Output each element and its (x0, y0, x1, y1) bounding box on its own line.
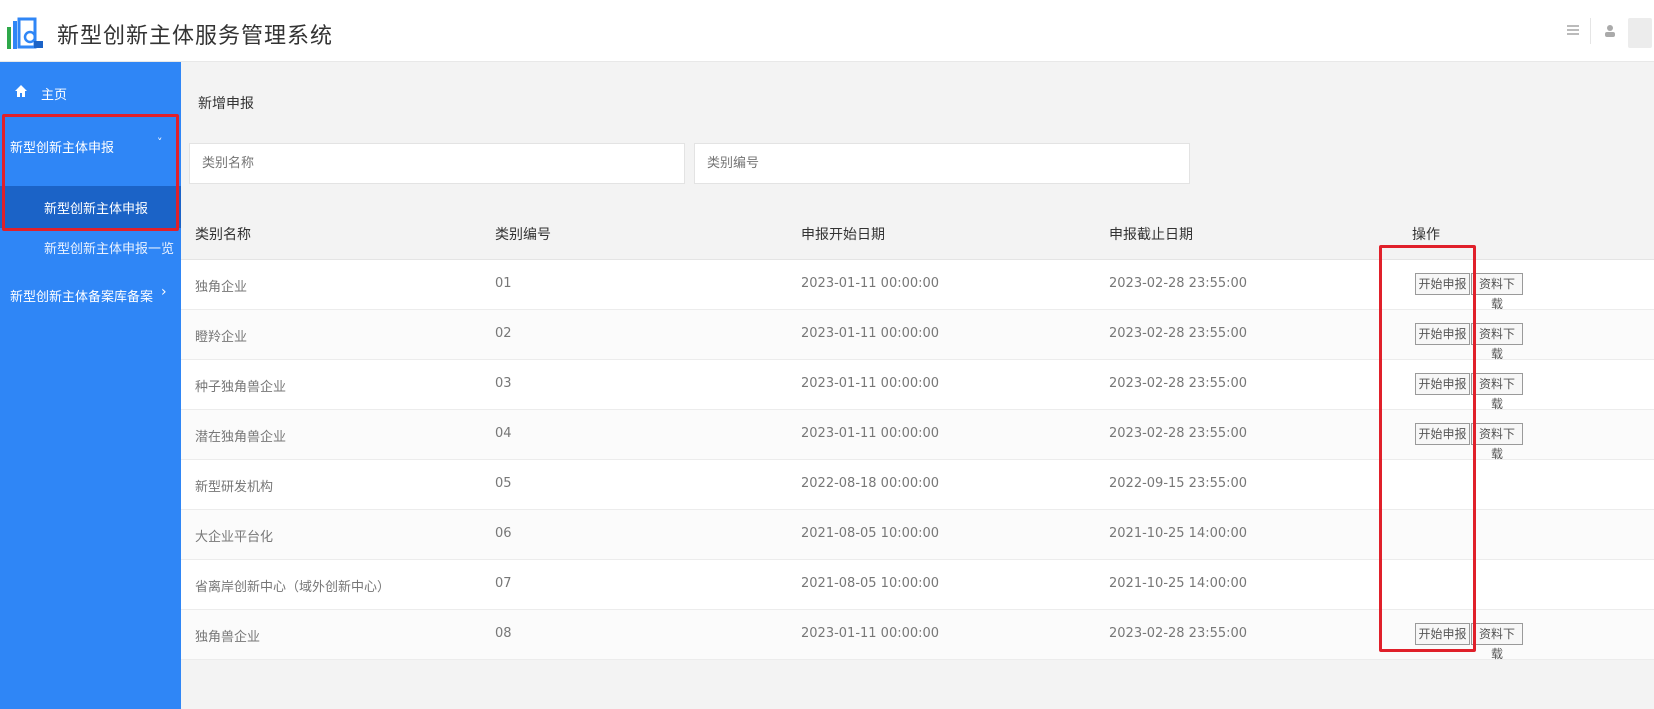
download-materials-button[interactable]: 资料下载 (1471, 423, 1523, 461)
column-header-start-date: 申报开始日期 (801, 227, 885, 243)
cell-category-code: 08 (495, 626, 512, 641)
cell-category-code: 02 (495, 326, 512, 341)
cell-category-name: 省离岸创新中心（域外创新中心） (195, 580, 391, 595)
column-header-end-date: 申报截止日期 (1109, 227, 1193, 243)
cell-category-name: 瞪羚企业 (195, 330, 248, 345)
chevron-right-icon: › (161, 284, 167, 300)
cell-start-date: 2023-01-11 00:00:00 (801, 276, 940, 291)
top-bar: 新型创新主体服务管理系统 (0, 0, 1654, 62)
cell-end-date: 2023-02-28 23:55:00 (1109, 626, 1248, 641)
sidebar-item-label: 主页 (41, 88, 68, 103)
cell-category-name: 独角企业 (195, 280, 248, 295)
category-code-input[interactable] (694, 143, 1190, 184)
category-name-input[interactable] (189, 143, 685, 184)
cell-end-date: 2023-02-28 23:55:00 (1109, 276, 1248, 291)
cell-start-date: 2023-01-11 00:00:00 (801, 626, 940, 641)
cell-start-date: 2021-08-05 10:00:00 (801, 526, 940, 541)
top-divider (1590, 18, 1591, 44)
cell-category-name: 大企业平台化 (195, 530, 274, 545)
user-icon[interactable] (1604, 24, 1616, 38)
cell-category-code: 05 (495, 476, 512, 491)
cell-end-date: 2021-10-25 14:00:00 (1109, 576, 1248, 591)
sidebar-item-declaration-list[interactable]: 新型创新主体申报一览 (0, 226, 181, 260)
download-materials-button[interactable]: 资料下载 (1471, 323, 1523, 361)
download-materials-button[interactable]: 资料下载 (1471, 273, 1523, 311)
cell-start-date: 2023-01-11 00:00:00 (801, 426, 940, 441)
cell-start-date: 2023-01-11 00:00:00 (801, 326, 940, 341)
sidebar-group-label: 新型创新主体备案库备案 (10, 290, 154, 305)
cell-category-code: 01 (495, 276, 512, 291)
cell-category-name: 潜在独角兽企业 (195, 430, 287, 445)
column-header-code: 类别编号 (495, 227, 551, 243)
list-icon[interactable] (1565, 22, 1581, 38)
app-title: 新型创新主体服务管理系统 (57, 24, 334, 49)
column-header-actions: 操作 (1412, 227, 1440, 243)
cell-category-code: 04 (495, 426, 512, 441)
highlight-box-actions (1379, 245, 1476, 652)
column-header-name: 类别名称 (195, 227, 251, 243)
cell-category-name: 新型研发机构 (195, 480, 274, 495)
cell-category-code: 03 (495, 376, 512, 391)
cell-category-code: 07 (495, 576, 512, 591)
sidebar-group-filing[interactable]: 新型创新主体备案库备案 › (0, 274, 181, 314)
cell-end-date: 2022-09-15 23:55:00 (1109, 476, 1248, 491)
cell-end-date: 2023-02-28 23:55:00 (1109, 426, 1248, 441)
sidebar-item-home[interactable]: 主页 (0, 78, 181, 108)
cell-start-date: 2021-08-05 10:00:00 (801, 576, 940, 591)
cell-end-date: 2021-10-25 14:00:00 (1109, 526, 1248, 541)
download-materials-button[interactable]: 资料下载 (1471, 623, 1523, 661)
cell-category-name: 种子独角兽企业 (195, 380, 287, 395)
cell-end-date: 2023-02-28 23:55:00 (1109, 376, 1248, 391)
highlight-box-sidebar (2, 114, 179, 231)
cell-category-code: 06 (495, 526, 512, 541)
cell-start-date: 2023-01-11 00:00:00 (801, 376, 940, 391)
page-title: 新增申报 (198, 96, 254, 112)
cell-start-date: 2022-08-18 00:00:00 (801, 476, 940, 491)
app-logo (7, 17, 43, 49)
sidebar-item-label: 新型创新主体申报一览 (44, 242, 175, 257)
cell-end-date: 2023-02-28 23:55:00 (1109, 326, 1248, 341)
cell-category-name: 独角兽企业 (195, 630, 261, 645)
avatar[interactable] (1628, 18, 1652, 48)
home-icon (15, 85, 27, 97)
download-materials-button[interactable]: 资料下载 (1471, 373, 1523, 411)
